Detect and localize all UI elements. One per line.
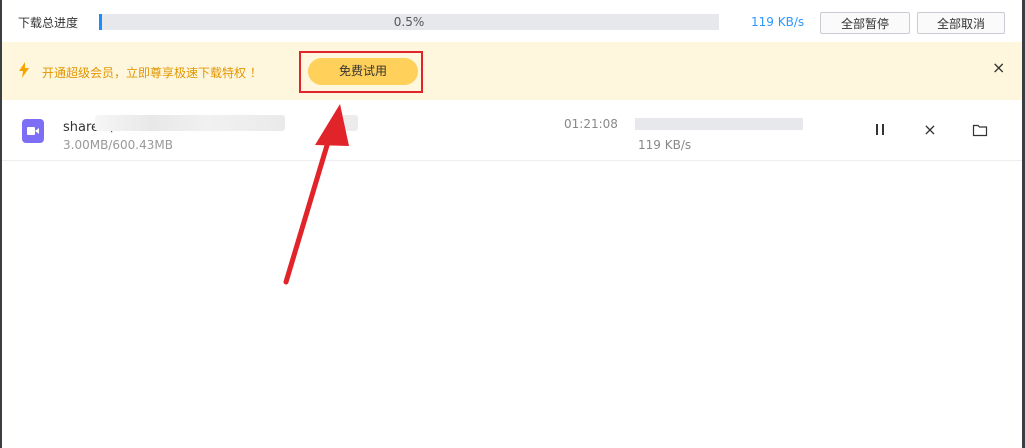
camera-body-icon [27, 127, 35, 135]
total-progress-track: 0.5% [99, 14, 719, 30]
folder-icon[interactable] [972, 122, 988, 138]
total-download-speed: 119 KB/s [751, 15, 805, 29]
download-list-item[interactable]: share 叶 1996.mkv 3.00MB/600.43MB 01:21:0… [2, 100, 1022, 161]
file-size: 3.00MB/600.43MB [63, 138, 173, 152]
pause-icon[interactable] [872, 122, 888, 138]
item-download-speed: 119 KB/s [638, 138, 692, 152]
video-file-icon [22, 119, 44, 143]
lightning-icon [19, 62, 29, 78]
cancel-all-button[interactable]: 全部取消 [917, 12, 1005, 34]
close-banner-icon[interactable]: × [992, 60, 1006, 76]
item-progress-track [635, 118, 803, 130]
annotation-highlight-box [299, 51, 423, 93]
total-progress-label: 下载总进度 [18, 16, 79, 30]
time-remaining: 01:21:08 [564, 117, 618, 131]
close-icon[interactable]: × [922, 122, 938, 138]
vip-promo-banner: 开通超级会员，立即尊享极速下载特权 ！ 免费试用 × [2, 42, 1022, 100]
download-progress-bar: 下载总进度 0.5% 119 KB/s 全部暂停 全部取消 [2, 0, 1022, 42]
total-progress-percent: 0.5% [393, 15, 425, 29]
redacted-text-mask [342, 115, 358, 131]
pause-all-button[interactable]: 全部暂停 [820, 12, 910, 34]
redacted-text-mask [95, 115, 285, 131]
vip-promo-text: 开通超级会员，立即尊享极速下载特权 ！ [42, 66, 262, 80]
camera-lens-icon [35, 128, 39, 134]
